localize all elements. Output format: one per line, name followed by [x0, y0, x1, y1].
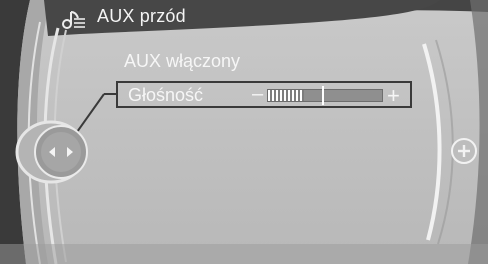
volume-label: Głośność — [128, 85, 204, 105]
controller-knob-icon[interactable] — [15, 120, 103, 184]
menu-item-volume[interactable]: Głośność – + — [116, 81, 412, 108]
plus-icon[interactable] — [449, 136, 479, 166]
music-note-settings-icon — [62, 11, 85, 29]
volume-slider[interactable] — [267, 86, 383, 105]
volume-increase-button[interactable]: + — [387, 83, 400, 109]
idrive-screen: AUX przód AUX włączony Głośność – + — [0, 0, 488, 264]
volume-marker — [322, 86, 324, 105]
volume-decrease-button[interactable]: – — [252, 83, 263, 106]
menu-item-aux-enabled[interactable]: AUX włączony — [124, 51, 240, 72]
page-title: AUX przód — [97, 6, 186, 26]
volume-slider-fill — [268, 90, 305, 101]
